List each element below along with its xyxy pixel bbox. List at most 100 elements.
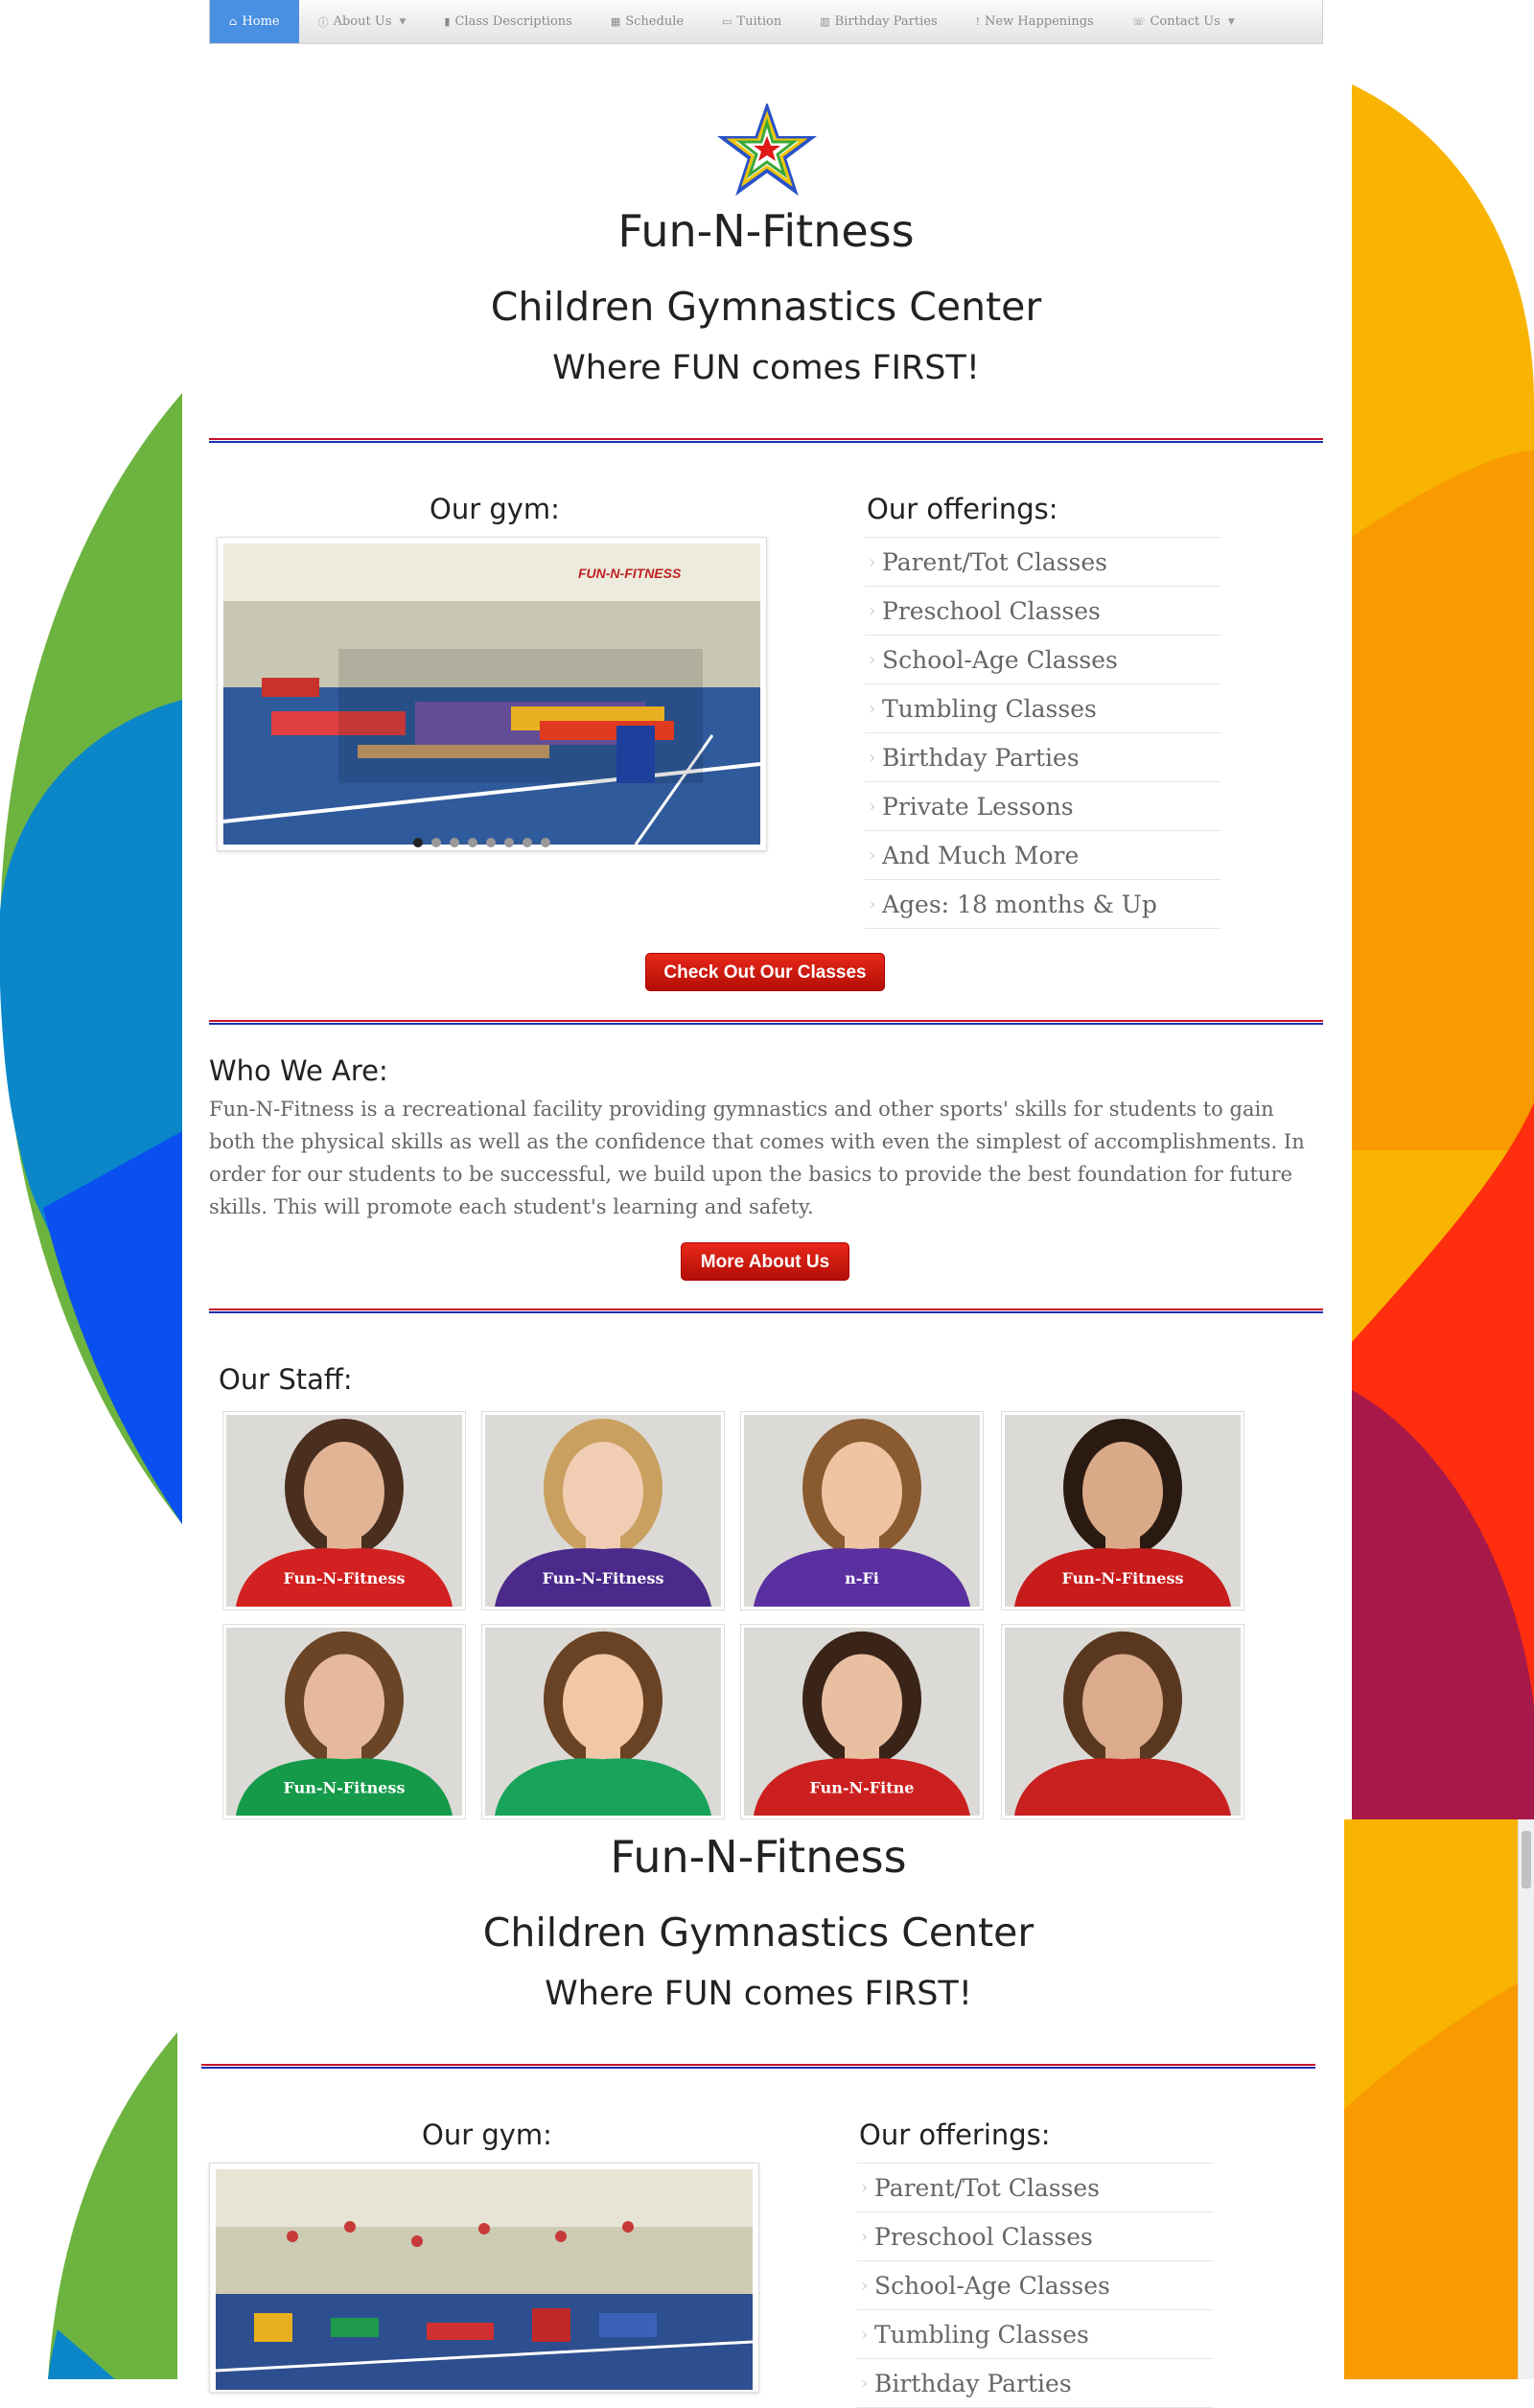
offering-item: And Much More: [865, 830, 1221, 879]
gym-heading: Our gym:: [430, 493, 560, 525]
right-arc-wheel-lower: [1344, 1819, 1534, 2379]
star-logo-icon: [717, 104, 817, 196]
staff-photo[interactable]: Fun-N-Fitness: [481, 1411, 725, 1610]
gym-slideshow[interactable]: FUN-N-FITNESS: [217, 537, 767, 851]
offering-item: Preschool Classes: [857, 2211, 1214, 2260]
nav-item-schedule[interactable]: ▦ Schedule: [592, 0, 703, 43]
staff-photo[interactable]: Fun-N-Fitness: [222, 1624, 466, 1819]
staff-portrait: Fun-N-Fitness: [226, 1628, 462, 1816]
site-subtitle-repeat: Children Gymnastics Center: [482, 1910, 1034, 1956]
divider: [209, 1020, 1323, 1025]
nav-item-label: About Us: [333, 14, 392, 29]
nav-item-birthday-parties[interactable]: ▥ Birthday Parties: [801, 0, 956, 43]
shirt-text: Fun-N-Fitness: [284, 1569, 406, 1587]
offering-item: School-Age Classes: [865, 635, 1221, 683]
shirt-text: n-Fi: [845, 1569, 879, 1587]
offerings-list-repeat: Parent/Tot ClassesPreschool ClassesSchoo…: [857, 2163, 1214, 2408]
nav-item-class-descriptions[interactable]: ▮ Class Descriptions: [425, 0, 591, 43]
home-icon: ⌂: [229, 15, 238, 28]
divider: [201, 2064, 1315, 2069]
staff-photo[interactable]: [481, 1624, 725, 1819]
offering-item: Private Lessons: [865, 781, 1221, 830]
slide-dot[interactable]: [541, 838, 550, 847]
left-arc-wheel: [0, 393, 182, 1524]
offering-item: Ages: 18 months & Up: [865, 879, 1221, 929]
offering-item: Birthday Parties: [857, 2358, 1214, 2408]
scrollbar[interactable]: [1518, 1819, 1534, 2379]
offering-item: School-Age Classes: [857, 2260, 1214, 2309]
exclamation-icon: !: [975, 15, 981, 28]
main-nav: ⌂ Home ⓘ About Us ▼ ▮ Class Descriptions ▦ Sched…: [209, 0, 1323, 44]
site-subtitle: Children Gymnastics Center: [490, 284, 1042, 330]
site-tagline-repeat: Where FUN comes FIRST!: [545, 1975, 972, 2013]
offering-item: Birthday Parties: [865, 732, 1221, 781]
who-paragraph: Fun-N-Fitness is a recreational facility…: [209, 1098, 1305, 1218]
shirt-text: Fun-N-Fitness: [1062, 1569, 1184, 1587]
slide-dot[interactable]: [450, 838, 459, 847]
offerings-heading-repeat: Our offerings:: [859, 2119, 1051, 2151]
check-out-classes-button[interactable]: Check Out Our Classes: [645, 953, 885, 991]
scrollbar-thumb[interactable]: [1522, 1831, 1531, 1888]
slide-dot[interactable]: [523, 838, 532, 847]
who-heading: Who We Are:: [209, 1054, 388, 1087]
shirt-text: Fun-N-Fitness: [543, 1569, 664, 1587]
staff-photo[interactable]: n-Fi: [740, 1411, 984, 1610]
nav-item-home[interactable]: ⌂ Home: [210, 0, 299, 43]
shirt-text: Fun-N-Fitness: [284, 1778, 406, 1796]
slide-dot[interactable]: [504, 838, 514, 847]
more-about-us-button[interactable]: More About Us: [681, 1242, 849, 1281]
staff-portrait: n-Fi: [744, 1415, 980, 1607]
staff-photo[interactable]: [1001, 1624, 1244, 1819]
site-title: Fun-N-Fitness: [617, 205, 915, 257]
staff-photo[interactable]: Fun-N-Fitness: [1001, 1411, 1244, 1610]
offerings-heading: Our offerings:: [867, 493, 1058, 525]
divider: [209, 438, 1323, 443]
info-icon: ⓘ: [317, 15, 329, 29]
divider: [209, 1308, 1323, 1313]
staff-portrait: Fun-N-Fitness: [226, 1415, 462, 1607]
offering-item: Parent/Tot Classes: [857, 2163, 1214, 2211]
nav-item-contact-us[interactable]: ☏ Contact Us ▼: [1113, 0, 1254, 43]
gym-sign: FUN-N-FITNESS: [578, 566, 682, 581]
staff-portrait: [1005, 1628, 1241, 1816]
gym-photo: FUN-N-FITNESS: [222, 544, 761, 845]
nav-item-new-happenings[interactable]: ! New Happenings: [957, 0, 1113, 43]
nav-item-about-us[interactable]: ⓘ About Us ▼: [299, 0, 426, 43]
offerings-list: Parent/Tot ClassesPreschool ClassesSchoo…: [865, 537, 1221, 929]
people-icon: ▥: [820, 15, 830, 28]
chevron-down-icon: ▼: [1227, 16, 1235, 27]
nav-item-label: New Happenings: [985, 14, 1094, 29]
nav-item-label: Class Descriptions: [454, 14, 572, 29]
nav-item-tuition[interactable]: ▭ Tuition: [703, 0, 801, 43]
gym-slideshow-repeat[interactable]: [209, 2163, 759, 2393]
shirt-text: Fun-N-Fitne: [810, 1778, 915, 1796]
offering-item: Tumbling Classes: [857, 2309, 1214, 2358]
slide-dot[interactable]: [431, 838, 441, 847]
slide-dot[interactable]: [486, 838, 496, 847]
site-title-repeat: Fun-N-Fitness: [610, 1831, 907, 1883]
slide-dot[interactable]: [468, 838, 477, 847]
nav-item-label: Home: [242, 14, 280, 29]
left-arc-wheel-lower: [48, 2032, 177, 2379]
gym-heading-repeat: Our gym:: [422, 2119, 552, 2151]
slideshow-dots[interactable]: [413, 838, 550, 847]
calendar-icon: ▦: [610, 15, 621, 28]
staff-heading: Our Staff:: [219, 1363, 353, 1396]
slide-dot[interactable]: [413, 838, 423, 847]
staff-portrait: Fun-N-Fitness: [485, 1415, 721, 1607]
nav-item-label: Tuition: [736, 14, 782, 29]
staff-photo[interactable]: Fun-N-Fitne: [740, 1624, 984, 1819]
staff-photo[interactable]: Fun-N-Fitness: [222, 1411, 466, 1610]
staff-portrait: Fun-N-Fitne: [744, 1628, 980, 1816]
staff-portrait: [485, 1628, 721, 1816]
money-icon: ▭: [722, 15, 732, 28]
right-arc-wheel: [1352, 84, 1534, 1821]
nav-item-label: Contact Us: [1150, 14, 1220, 29]
book-icon: ▮: [444, 15, 451, 28]
offering-item: Preschool Classes: [865, 586, 1221, 635]
site-tagline: Where FUN comes FIRST!: [552, 349, 980, 387]
nav-item-label: Birthday Parties: [834, 14, 938, 29]
gym-photo-repeat: [215, 2169, 754, 2390]
offering-item: Tumbling Classes: [865, 683, 1221, 732]
offering-item: Parent/Tot Classes: [865, 537, 1221, 586]
